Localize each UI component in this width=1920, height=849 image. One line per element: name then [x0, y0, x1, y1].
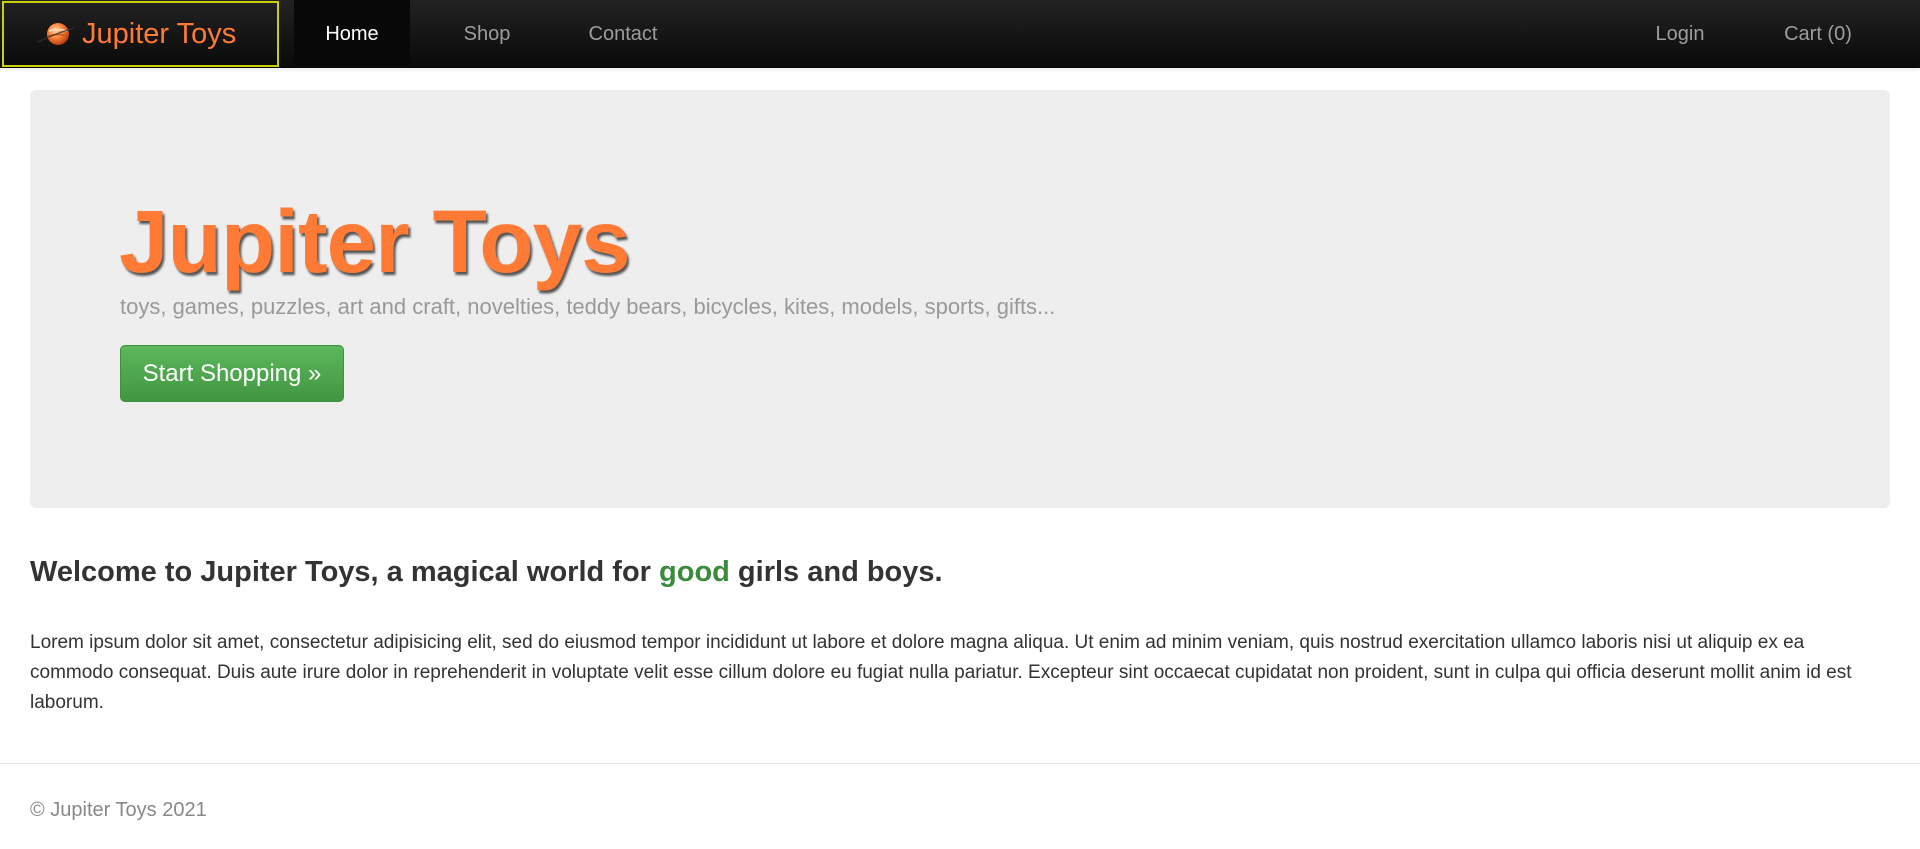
nav-shop[interactable]: Shop — [436, 0, 538, 68]
start-shopping-button[interactable]: Start Shopping » — [120, 345, 344, 402]
hero-title: Jupiter Toys — [119, 191, 631, 291]
planet-icon — [36, 20, 76, 48]
footer-copyright: © Jupiter Toys 2021 — [30, 799, 207, 821]
footer-divider — [0, 763, 1920, 764]
hero-jumbotron: Jupiter Toys toys, games, puzzles, art a… — [30, 90, 1890, 508]
hero-tagline: toys, games, puzzles, art and craft, nov… — [120, 294, 1056, 319]
welcome-highlight: good — [659, 556, 730, 588]
body-paragraph: Lorem ipsum dolor sit amet, consectetur … — [30, 632, 1852, 713]
welcome-heading: Welcome to Jupiter Toys, a magical world… — [30, 556, 943, 589]
nav-login[interactable]: Login — [1630, 0, 1730, 68]
nav-cart[interactable]: Cart (0) — [1760, 0, 1876, 68]
brand-name: Jupiter Toys — [82, 17, 237, 50]
nav-home[interactable]: Home — [294, 0, 410, 68]
brand-link[interactable]: Jupiter Toys — [2, 1, 279, 67]
nav-contact[interactable]: Contact — [564, 0, 682, 68]
welcome-suffix: girls and boys. — [729, 556, 943, 588]
top-navbar: Jupiter Toys Home Shop Contact Login Car… — [0, 0, 1920, 68]
welcome-prefix: Welcome to Jupiter Toys, a magical world… — [30, 556, 660, 588]
